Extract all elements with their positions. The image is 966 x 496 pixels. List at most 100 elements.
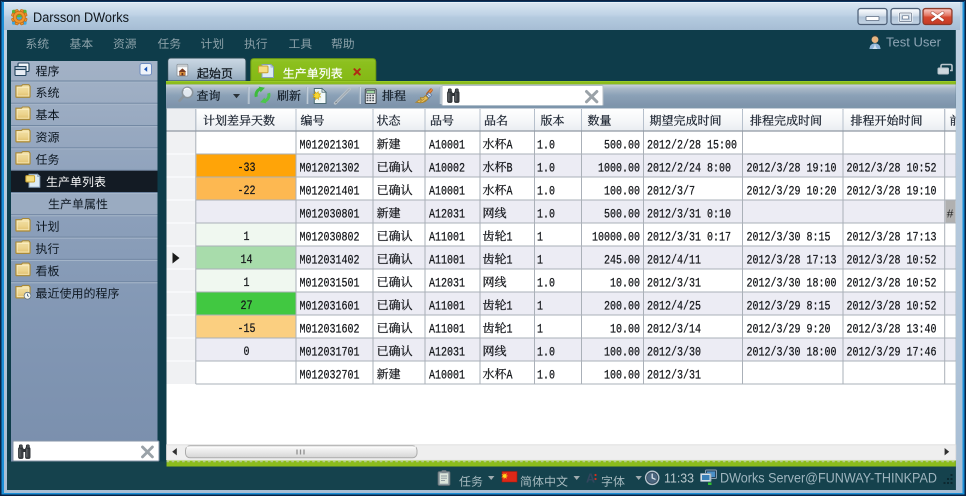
- svg-text:2012/3/28: 2012/3/28: [847, 299, 901, 313]
- svg-text:19:10: 19:10: [807, 161, 837, 175]
- svg-text:1: 1: [244, 230, 250, 244]
- svg-text:Test User: Test User: [886, 35, 942, 50]
- svg-text:9:20: 9:20: [807, 322, 831, 336]
- svg-text:10:52: 10:52: [907, 161, 937, 175]
- svg-text:8:15: 8:15: [807, 299, 831, 313]
- svg-text:2012/3/30: 2012/3/30: [747, 276, 801, 290]
- svg-text:2012/3/28: 2012/3/28: [847, 276, 901, 290]
- svg-text:A: A: [507, 184, 513, 198]
- svg-text:18:00: 18:00: [807, 345, 837, 359]
- svg-text:10:52: 10:52: [907, 276, 937, 290]
- svg-text:A10001: A10001: [429, 368, 465, 382]
- svg-text:M012021301: M012021301: [300, 138, 360, 152]
- svg-text:17:13: 17:13: [907, 230, 937, 244]
- svg-text:27: 27: [241, 299, 253, 313]
- svg-text:2012/3/31: 2012/3/31: [647, 207, 701, 221]
- svg-text:M012031602: M012031602: [300, 322, 360, 336]
- svg-text:A10001: A10001: [429, 138, 465, 152]
- svg-text:500.00: 500.00: [604, 207, 640, 221]
- svg-text:19:10: 19:10: [907, 184, 937, 198]
- svg-text:10:52: 10:52: [907, 299, 937, 313]
- svg-text:-15: -15: [238, 322, 256, 336]
- svg-text:-22: -22: [238, 184, 256, 198]
- svg-text:M012021302: M012021302: [300, 161, 360, 175]
- svg-text:1: 1: [537, 322, 543, 336]
- svg-text:1.0: 1.0: [537, 138, 555, 152]
- svg-text:1: 1: [507, 299, 513, 313]
- svg-text:M012030801: M012030801: [300, 207, 360, 221]
- svg-text:2012/3/28: 2012/3/28: [847, 253, 901, 267]
- svg-text:2012/3/28: 2012/3/28: [747, 253, 801, 267]
- svg-text:13:40: 13:40: [907, 322, 937, 336]
- svg-text:2012/2/28: 2012/2/28: [647, 138, 701, 152]
- svg-text:-33: -33: [238, 161, 256, 175]
- svg-text:A: A: [507, 368, 513, 382]
- svg-text:8:15: 8:15: [807, 230, 831, 244]
- svg-text:2012/3/31: 2012/3/31: [647, 230, 701, 244]
- svg-text:2012/3/28: 2012/3/28: [847, 161, 901, 175]
- svg-text:M012031402: M012031402: [300, 253, 360, 267]
- svg-text:1.0: 1.0: [537, 207, 555, 221]
- svg-text:B: B: [507, 161, 513, 175]
- svg-text:10:52: 10:52: [907, 253, 937, 267]
- svg-text:M012031701: M012031701: [300, 345, 360, 359]
- svg-text:2012/3/28: 2012/3/28: [847, 230, 901, 244]
- svg-text:1: 1: [507, 322, 513, 336]
- svg-text:14: 14: [241, 253, 253, 267]
- svg-text:1.0: 1.0: [537, 276, 555, 290]
- svg-text:M012031501: M012031501: [300, 276, 360, 290]
- svg-text:500.00: 500.00: [604, 138, 640, 152]
- svg-text:2012/3/30: 2012/3/30: [747, 230, 801, 244]
- svg-text:200.00: 200.00: [604, 299, 640, 313]
- svg-text:1: 1: [244, 276, 250, 290]
- svg-text:1: 1: [537, 230, 543, 244]
- svg-text:1.0: 1.0: [537, 184, 555, 198]
- svg-text:0:17: 0:17: [707, 230, 731, 244]
- svg-text:A11001: A11001: [429, 322, 465, 336]
- svg-text:2012/4/25: 2012/4/25: [647, 299, 701, 313]
- svg-text:2012/3/30: 2012/3/30: [647, 345, 701, 359]
- svg-text:A11001: A11001: [429, 230, 465, 244]
- svg-text:100.00: 100.00: [604, 368, 640, 382]
- svg-text:1.0: 1.0: [537, 368, 555, 382]
- svg-text:2012/3/28: 2012/3/28: [847, 184, 901, 198]
- svg-text:A12031: A12031: [429, 276, 465, 290]
- svg-text:2012/3/29: 2012/3/29: [747, 184, 801, 198]
- svg-text:M012031601: M012031601: [300, 299, 360, 313]
- svg-text:2012/3/31: 2012/3/31: [647, 276, 701, 290]
- svg-text:A10001: A10001: [429, 184, 465, 198]
- svg-text:17:46: 17:46: [907, 345, 937, 359]
- svg-text:2012/3/29: 2012/3/29: [847, 345, 901, 359]
- svg-text:1.0: 1.0: [537, 161, 555, 175]
- svg-text:M012032701: M012032701: [300, 368, 360, 382]
- svg-text:15:00: 15:00: [707, 138, 737, 152]
- svg-text:A12031: A12031: [429, 345, 465, 359]
- svg-text:A: A: [586, 472, 595, 486]
- svg-text:2012/3/28: 2012/3/28: [747, 161, 801, 175]
- svg-text:10:20: 10:20: [807, 184, 837, 198]
- svg-text:2012/4/11: 2012/4/11: [647, 253, 701, 267]
- svg-text:2012/3/14: 2012/3/14: [647, 322, 701, 336]
- svg-text:1.0: 1.0: [537, 345, 555, 359]
- svg-text:M012030802: M012030802: [300, 230, 360, 244]
- svg-text:A10002: A10002: [429, 161, 465, 175]
- svg-text:2012/3/29: 2012/3/29: [747, 322, 801, 336]
- svg-text:2012/3/30: 2012/3/30: [747, 345, 801, 359]
- svg-text:2012/3/7: 2012/3/7: [647, 184, 695, 198]
- svg-text:1: 1: [537, 253, 543, 267]
- svg-text:2012/3/28: 2012/3/28: [847, 322, 901, 336]
- svg-text:1: 1: [537, 299, 543, 313]
- svg-text:#: #: [947, 208, 954, 222]
- svg-text:A12031: A12031: [429, 207, 465, 221]
- svg-text:0: 0: [244, 345, 250, 359]
- svg-text:DWorks Server@FUNWAY-THINKPAD: DWorks Server@FUNWAY-THINKPAD: [720, 471, 937, 486]
- svg-text:11:33: 11:33: [664, 471, 694, 486]
- svg-text:10.00: 10.00: [610, 276, 640, 290]
- svg-text:1: 1: [507, 230, 513, 244]
- svg-text:A11001: A11001: [429, 299, 465, 313]
- svg-text:10000.00: 10000.00: [592, 230, 640, 244]
- svg-text:2012/2/24: 2012/2/24: [647, 161, 701, 175]
- svg-text:8:00: 8:00: [707, 161, 731, 175]
- svg-text:1: 1: [507, 253, 513, 267]
- svg-text:245.00: 245.00: [604, 253, 640, 267]
